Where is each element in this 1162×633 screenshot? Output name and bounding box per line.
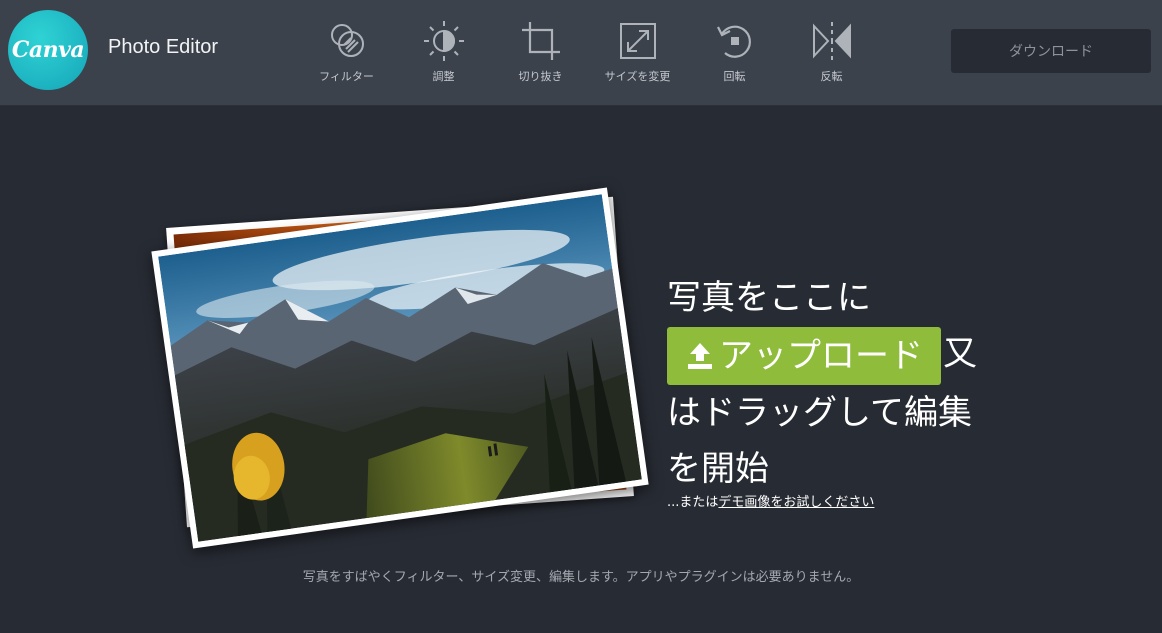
upload-button[interactable]: アップロード xyxy=(667,326,941,385)
headline-line-1: 写真をここに xyxy=(667,278,871,318)
rotate-icon xyxy=(716,25,751,58)
download-button[interactable]: ダウンロード xyxy=(951,29,1151,73)
demo-prefix: ...または xyxy=(667,495,719,510)
headline-line-3: はドラッグして編集 xyxy=(667,392,972,433)
tool-rotate-button[interactable]: 回転 xyxy=(686,0,783,106)
headline-line-2: アップロード 又 xyxy=(667,326,1007,385)
flip-icon xyxy=(812,22,851,60)
app-title: Photo Editor xyxy=(108,36,219,58)
canva-logo[interactable]: Canva xyxy=(8,10,88,90)
tool-filter-label: フィルター xyxy=(319,70,374,83)
tool-adjust-label: 調整 xyxy=(432,70,455,83)
resize-icon xyxy=(619,23,656,59)
tool-flip-button[interactable]: 反転 xyxy=(783,0,880,106)
demo-line: ...またはデモ画像をお試しください xyxy=(667,491,874,510)
top-toolbar: Canva Photo Editor フィルター 調整 切り抜き サイズを変更 … xyxy=(0,0,1162,106)
tool-resize-label: サイズを変更 xyxy=(604,70,671,83)
tool-rotate-label: 回転 xyxy=(723,70,746,83)
adjust-icon xyxy=(423,21,464,61)
tool-adjust-button[interactable]: 調整 xyxy=(395,0,492,106)
footer-description: 写真をすばやくフィルター、サイズ変更、編集します。アプリやプラグインは必要ありま… xyxy=(302,570,860,585)
tool-resize-button[interactable]: サイズを変更 xyxy=(589,0,686,106)
tool-crop-button[interactable]: 切り抜き xyxy=(492,0,589,106)
sample-photo-card[interactable] xyxy=(151,187,649,549)
upload-button-label: アップロード xyxy=(719,335,923,376)
headline-line-4: を開始 xyxy=(667,448,769,489)
filter-icon xyxy=(330,24,364,57)
tool-bar: フィルター 調整 切り抜き サイズを変更 回転 反転 xyxy=(298,0,880,106)
logo-text: Canva xyxy=(11,37,85,63)
headline-line-2-suffix: 又 xyxy=(943,334,977,374)
upload-icon xyxy=(688,342,712,369)
tool-filter-button[interactable]: フィルター xyxy=(298,0,395,106)
demo-image-link[interactable]: デモ画像をお試しください xyxy=(718,495,874,510)
tool-crop-label: 切り抜き xyxy=(518,70,563,83)
tool-flip-label: 反転 xyxy=(820,70,843,83)
crop-icon xyxy=(521,22,560,60)
mountain-photo xyxy=(158,194,642,542)
upload-prompt: 写真をここに アップロード 又 はドラッグして編集 を開始 xyxy=(667,270,1007,497)
